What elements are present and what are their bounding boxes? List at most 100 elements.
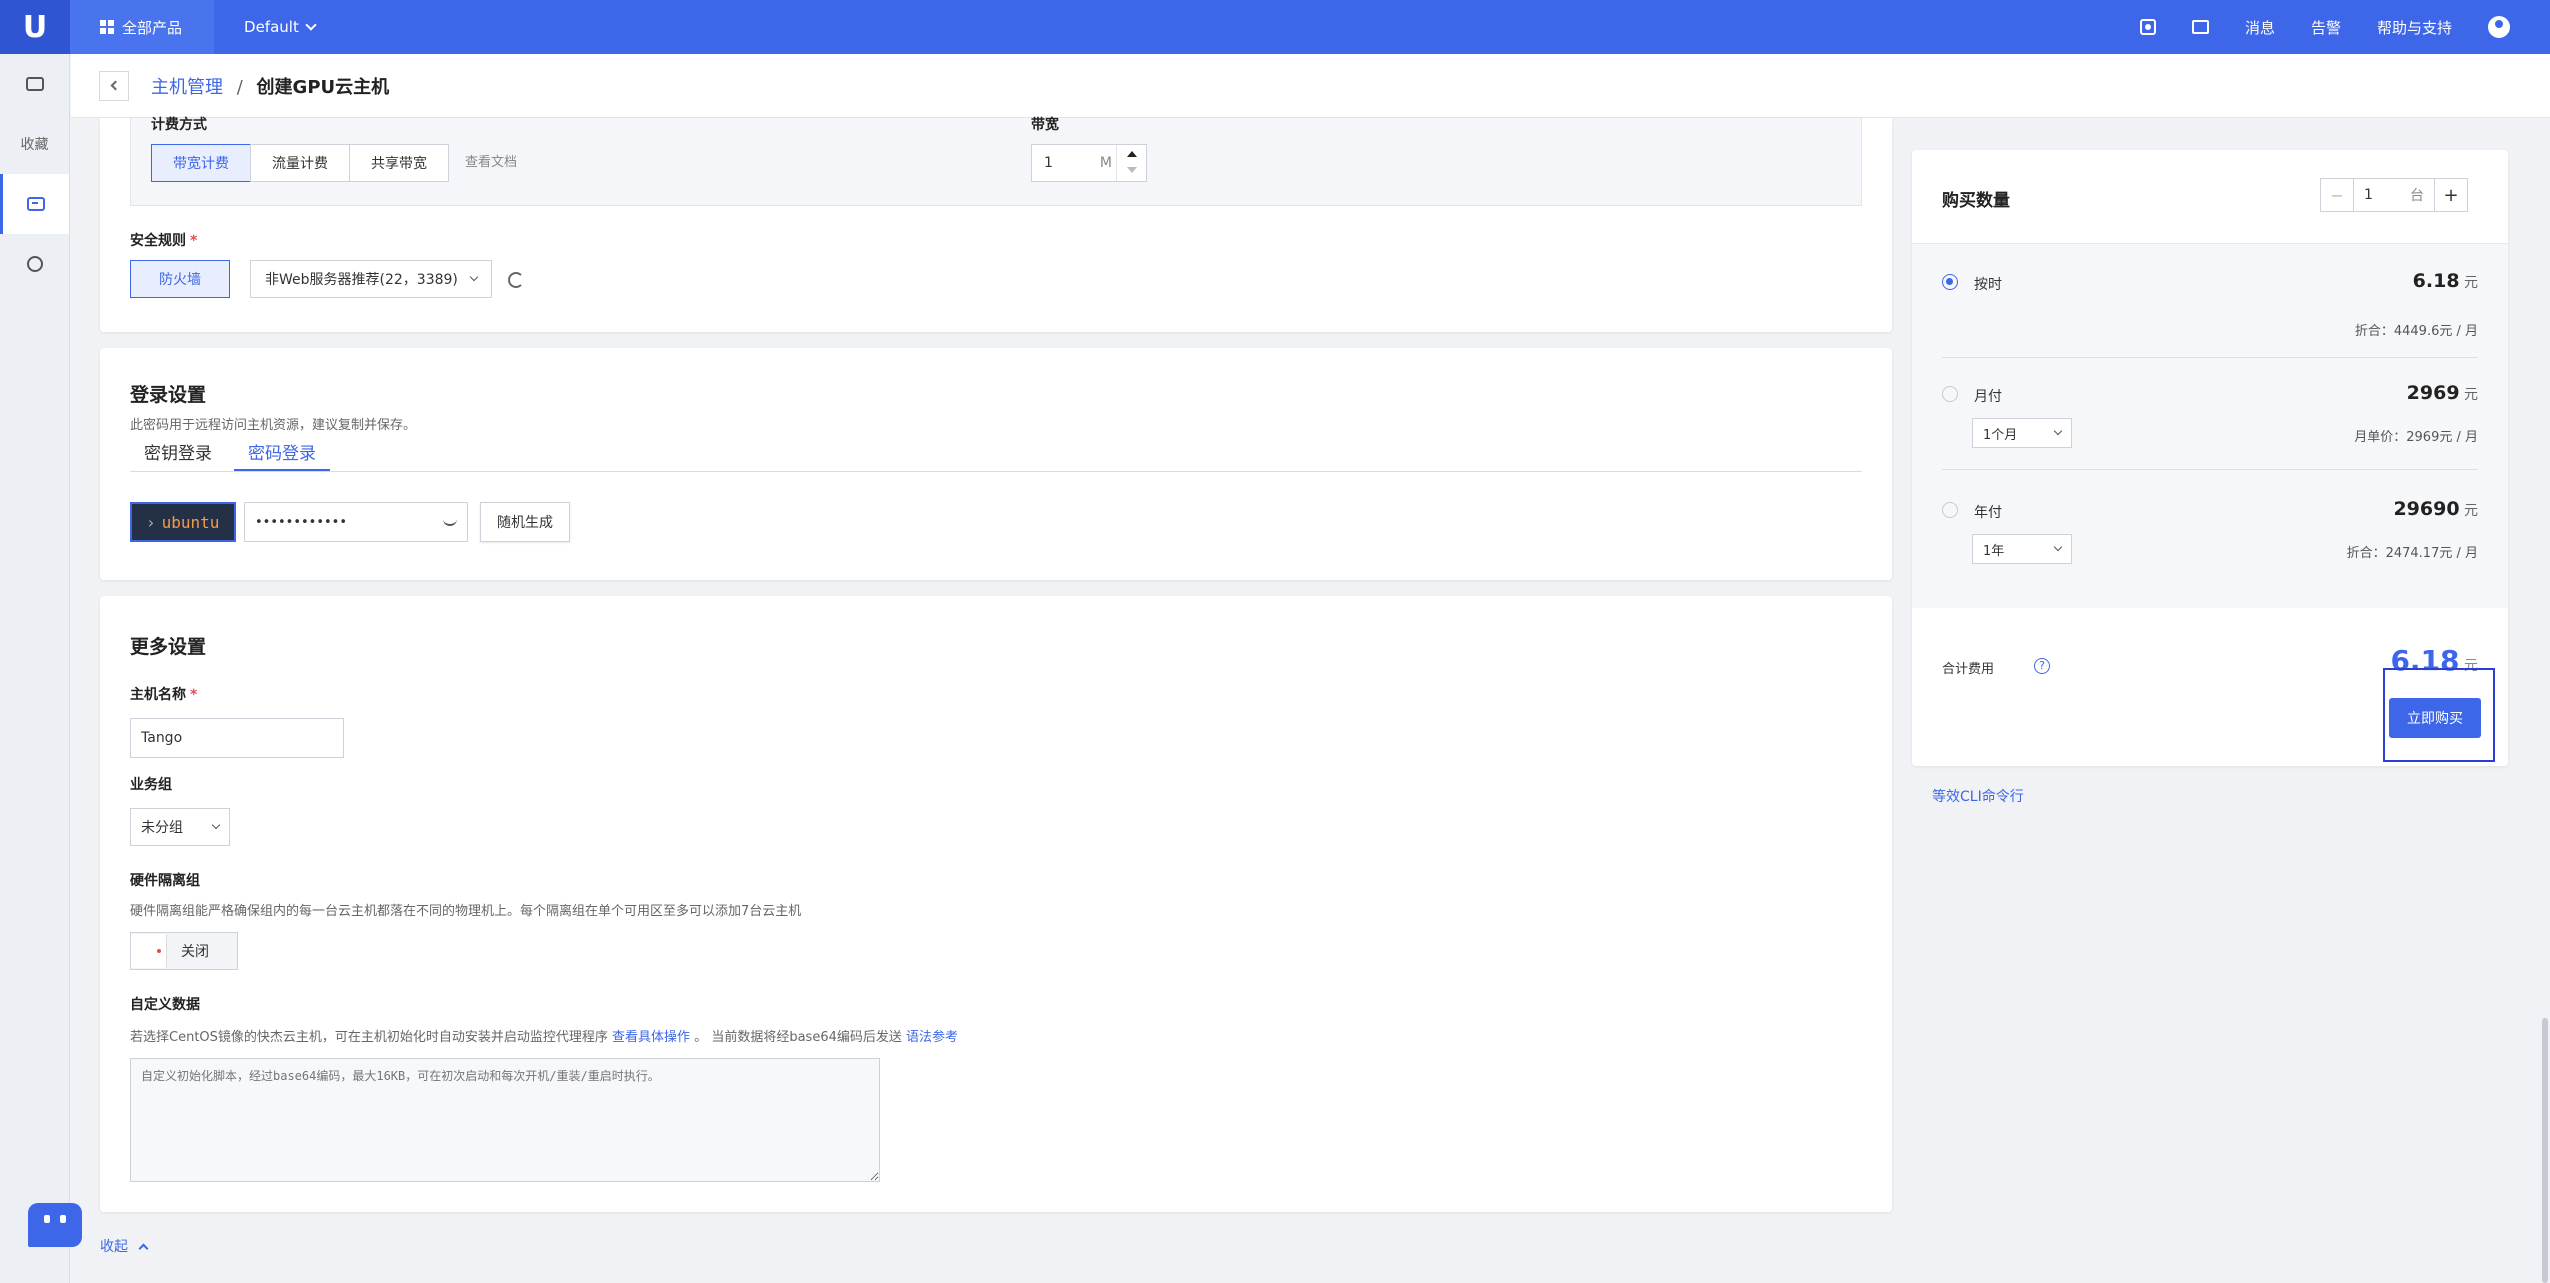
plan-hourly[interactable]: 按时 6.18 元 折合：4449.6元 / 月 [1942, 268, 2478, 358]
plan-monthly-note: 月单价：2969元 / 月 [2354, 430, 2478, 445]
all-products-button[interactable]: 全部产品 [70, 0, 215, 54]
alerts-link[interactable]: 告警 [2311, 17, 2341, 38]
plan-hourly-note: 折合：4449.6元 / 月 [2354, 324, 2478, 339]
top-navigation-bar: U 全部产品 Default 消息 告警 帮助与支持 [0, 0, 2550, 54]
plan-monthly-price-wrap: 2969 元 [2407, 382, 2478, 404]
scrollbar-thumb[interactable] [2542, 1018, 2548, 1283]
cli-command-link[interactable]: 等效CLI命令行 [1932, 786, 2024, 806]
help-link[interactable]: 帮助与支持 [2377, 17, 2452, 38]
billing-option-shared[interactable]: 共享带宽 [349, 144, 449, 182]
refresh-icon[interactable] [508, 272, 524, 288]
messages-link[interactable]: 消息 [2245, 17, 2275, 38]
isolation-toggle[interactable]: 关闭 [130, 932, 238, 970]
hostname-value[interactable]: Tango [141, 730, 182, 746]
plan-yearly-name: 年付 [1974, 505, 2002, 521]
billing-panel: 计费方式 带宽计费 流量计费 共享带宽 查看文档 带宽 1 M [130, 117, 1862, 206]
security-rule-select[interactable]: 非Web服务器推荐(22，3389) [250, 260, 492, 298]
brand-logo[interactable]: U [0, 0, 70, 54]
stepper-arrows[interactable] [1116, 145, 1146, 181]
group-select[interactable]: 未分组 [130, 808, 230, 846]
hostname-input[interactable]: Tango [130, 718, 344, 758]
plan-monthly-period-select[interactable]: 1个月 [1972, 418, 2072, 448]
security-label-text: 安全规则 [130, 233, 186, 249]
hostname-label-text: 主机名称 [130, 687, 186, 703]
login-tabs: 密钥登录 密码登录 [130, 438, 1862, 472]
random-generate-button[interactable]: 随机生成 [480, 502, 570, 542]
quantity-minus-button[interactable]: − [2320, 178, 2354, 212]
terminal-icon[interactable] [2191, 20, 2209, 34]
monitor-icon [25, 77, 44, 91]
help-circle-icon[interactable]: ? [2034, 658, 2050, 674]
project-selector[interactable]: Default [214, 18, 345, 36]
more-settings-card: 更多设置 主机名称 * Tango 业务组 未分组 硬件隔离组 硬件隔离组能严格确… [100, 596, 1892, 1212]
chevron-down-icon [2053, 542, 2063, 552]
plan-yearly-period: 1年 [1983, 543, 2005, 559]
userdata-textarea[interactable] [130, 1058, 880, 1182]
quantity-row: 购买数量 − 1 台 + [1912, 150, 2508, 244]
billing-option-bandwidth[interactable]: 带宽计费 [151, 144, 251, 182]
toggle-dot-icon [157, 949, 161, 953]
billing-options: 带宽计费 流量计费 共享带宽 查看文档 [151, 144, 517, 182]
top-right-actions: 消息 告警 帮助与支持 [2104, 0, 2550, 54]
plan-hourly-name: 按时 [1974, 277, 2002, 293]
chat-bot-icon[interactable] [28, 1203, 82, 1247]
left-sidebar: 收藏 [0, 54, 82, 1283]
chevron-down-icon [305, 19, 317, 31]
network-card: 计费方式 带宽计费 流量计费 共享带宽 查看文档 带宽 1 M 安全规则 * 防火… [100, 117, 1892, 332]
billing-option-traffic[interactable]: 流量计费 [250, 144, 350, 182]
group-value: 未分组 [141, 820, 183, 836]
plan-hourly-price-wrap: 6.18 元 [2413, 270, 2478, 292]
firewall-button[interactable]: 防火墙 [130, 260, 230, 298]
userdata-doc-link[interactable]: 查看具体操作 [612, 1030, 690, 1045]
syntax-reference-link[interactable]: 语法参考 [906, 1030, 958, 1045]
sidebar-favorites-label: 收藏 [20, 137, 49, 153]
billing-label: 计费方式 [151, 117, 207, 133]
plans-section: 按时 6.18 元 折合：4449.6元 / 月 月付 2969 元 1个月 月… [1912, 244, 2508, 608]
plan-yearly-radio[interactable] [1942, 502, 1958, 518]
password-field[interactable]: •••••••••••• [244, 502, 468, 542]
tab-password-login[interactable]: 密码登录 [234, 438, 330, 471]
billing-doc-link[interactable]: 查看文档 [465, 144, 517, 182]
login-settings-card: 登录设置 此密码用于远程访问主机资源，建议复制并保存。 密钥登录 密码登录 › … [100, 348, 1892, 580]
plan-monthly[interactable]: 月付 2969 元 1个月 月单价：2969元 / 月 [1942, 380, 2478, 470]
isolation-description: 硬件隔离组能严格确保组内的每一台云主机都落在不同的物理机上。每个隔离组在单个可用… [130, 904, 802, 919]
plan-yearly-period-select[interactable]: 1年 [1972, 534, 2072, 564]
login-description: 此密码用于远程访问主机资源，建议复制并保存。 [130, 418, 417, 433]
buy-now-button[interactable]: 立即购买 [2389, 698, 2481, 738]
sidebar-item-favorites[interactable]: 收藏 [0, 114, 69, 174]
breadcrumb-parent-link[interactable]: 主机管理 [151, 77, 223, 98]
caret-up-icon[interactable] [1127, 151, 1137, 157]
quantity-input[interactable]: 1 台 [2354, 178, 2434, 212]
password-value[interactable]: •••••••••••• [255, 515, 347, 530]
plan-hourly-radio[interactable] [1942, 274, 1958, 290]
username-value: ubuntu [161, 512, 220, 532]
sidebar-item-host[interactable] [0, 174, 69, 234]
user-avatar-icon[interactable] [2488, 16, 2510, 38]
bandwidth-stepper[interactable]: 1 M [1031, 144, 1147, 182]
plan-yearly-price: 29690 [2393, 498, 2460, 520]
sidebar-item-network[interactable] [0, 234, 69, 294]
collapse-link[interactable]: 收起 [100, 1236, 149, 1256]
chevron-up-icon [138, 1243, 149, 1254]
quantity-unit: 台 [2410, 188, 2424, 204]
caret-down-icon[interactable] [1127, 167, 1137, 173]
sidebar-item-console[interactable] [0, 54, 69, 114]
search-icon[interactable] [2139, 19, 2156, 35]
plan-monthly-price: 2969 [2406, 382, 2460, 404]
plan-yearly-price-wrap: 29690 元 [2393, 498, 2478, 520]
network-icon [26, 256, 43, 272]
required-mark: * [190, 233, 198, 249]
page-scrollbar[interactable] [2540, 118, 2550, 1283]
plan-monthly-radio[interactable] [1942, 386, 1958, 402]
group-label: 业务组 [130, 777, 172, 793]
back-button[interactable] [99, 70, 129, 101]
plan-hourly-unit: 元 [2464, 275, 2478, 291]
quantity-plus-button[interactable]: + [2434, 178, 2468, 212]
plan-yearly[interactable]: 年付 29690 元 1年 折合：2474.17元 / 月 [1942, 496, 2478, 586]
toggle-knob[interactable] [131, 934, 167, 968]
total-label: 合计费用 [1942, 662, 1995, 677]
tab-key-login[interactable]: 密钥登录 [130, 438, 226, 471]
eye-off-icon[interactable] [443, 519, 457, 526]
bandwidth-value[interactable]: 1 [1044, 155, 1053, 171]
quantity-value[interactable]: 1 [2364, 187, 2373, 203]
